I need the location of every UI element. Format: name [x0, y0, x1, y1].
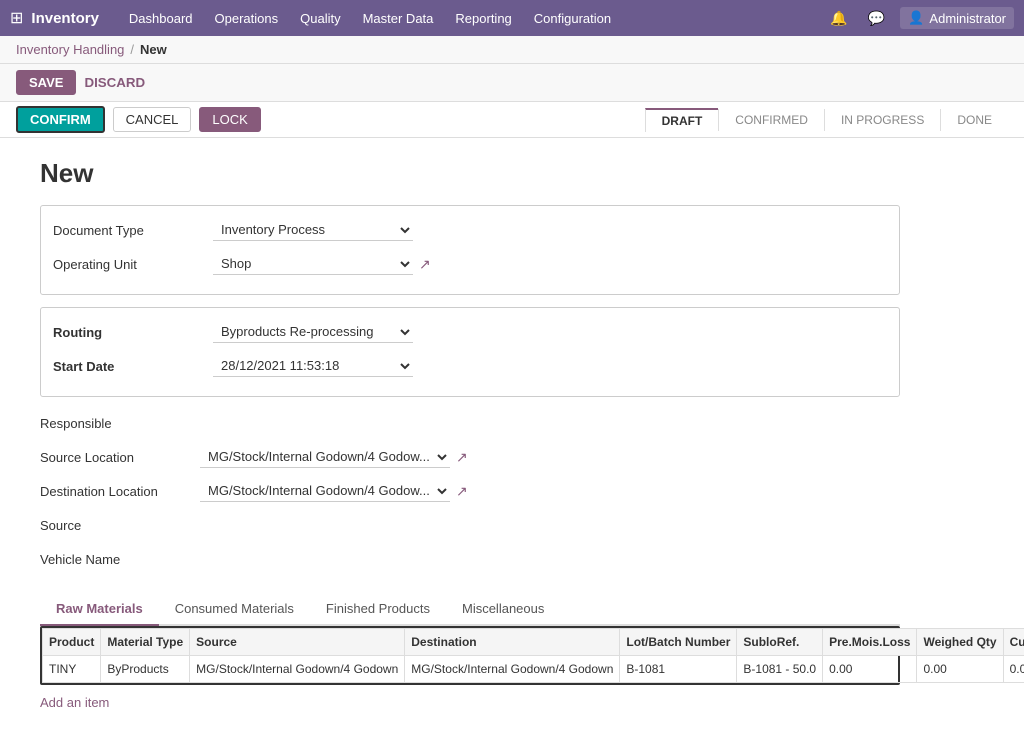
main-content: New Document Type Inventory Process Oper…: [0, 138, 1024, 736]
vehicle-name-label: Vehicle Name: [40, 552, 200, 567]
confirm-button[interactable]: CONFIRM: [16, 106, 105, 133]
routing-row: Routing Byproducts Re-processing: [53, 318, 887, 346]
source-location-link-icon[interactable]: ↗: [456, 449, 468, 466]
tabs-header: Raw Materials Consumed Materials Finishe…: [40, 593, 900, 626]
table-wrapper: Product Material Type Source Destination…: [40, 626, 900, 685]
source-row: Source: [40, 511, 900, 539]
col-weighed-qty: Weighed Qty: [917, 629, 1003, 656]
cancel-button[interactable]: CANCEL: [113, 107, 192, 132]
status-bar: DRAFT CONFIRMED IN PROGRESS DONE: [645, 108, 1008, 132]
nav-master-data[interactable]: Master Data: [353, 7, 444, 30]
document-type-select[interactable]: Inventory Process: [213, 219, 413, 241]
app-logo[interactable]: ⊞ Inventory: [10, 8, 99, 28]
tab-miscellaneous[interactable]: Miscellaneous: [446, 593, 560, 626]
form-section-routing: Routing Byproducts Re-processing Start D…: [40, 307, 900, 397]
col-material-type: Material Type: [101, 629, 190, 656]
app-name: Inventory: [31, 10, 99, 27]
destination-location-row: Destination Location MG/Stock/Internal G…: [40, 477, 900, 505]
cell-lot-batch: B-1081: [620, 656, 737, 683]
cell-weighed-qty: 0.00: [917, 656, 1003, 683]
responsible-row: Responsible: [40, 409, 900, 437]
avatar: 👤: [908, 10, 924, 26]
destination-location-label: Destination Location: [40, 484, 200, 499]
cell-product: TINY: [43, 656, 101, 683]
col-source: Source: [190, 629, 405, 656]
status-done: DONE: [940, 109, 1008, 131]
source-location-row: Source Location MG/Stock/Internal Godown…: [40, 443, 900, 471]
routing-value: Byproducts Re-processing: [213, 321, 887, 343]
col-sublot-ref: SubloRef.: [737, 629, 823, 656]
add-item-link[interactable]: Add an item: [40, 689, 109, 716]
source-label: Source: [40, 518, 200, 533]
tabs-container: Raw Materials Consumed Materials Finishe…: [40, 593, 900, 716]
source-location-label: Source Location: [40, 450, 200, 465]
cell-pre-mois-loss: 0.00: [823, 656, 917, 683]
tab-consumed-materials[interactable]: Consumed Materials: [159, 593, 310, 626]
start-date-value: 28/12/2021 11:53:18: [213, 355, 887, 377]
nav-configuration[interactable]: Configuration: [524, 7, 621, 30]
lock-button[interactable]: LOCK: [199, 107, 260, 132]
nav-operations[interactable]: Operations: [205, 7, 289, 30]
breadcrumb-current: New: [140, 42, 167, 57]
cell-sublot-ref: B-1081 - 50.0: [737, 656, 823, 683]
document-type-value: Inventory Process: [213, 219, 887, 241]
cell-destination: MG/Stock/Internal Godown/4 Godown: [405, 656, 620, 683]
operating-unit-row: Operating Unit Shop ↗: [53, 250, 887, 278]
breadcrumb-parent[interactable]: Inventory Handling: [16, 42, 124, 57]
start-date-row: Start Date 28/12/2021 11:53:18: [53, 352, 887, 380]
vehicle-name-row: Vehicle Name: [40, 545, 900, 573]
status-in-progress: IN PROGRESS: [824, 109, 940, 131]
operating-unit-label: Operating Unit: [53, 257, 213, 272]
tab-raw-materials[interactable]: Raw Materials: [40, 593, 159, 626]
col-pre-mois-loss: Pre.Mois.Loss: [823, 629, 917, 656]
save-button[interactable]: SAVE: [16, 70, 76, 95]
raw-materials-table: Product Material Type Source Destination…: [42, 628, 1024, 683]
tab-finished-products[interactable]: Finished Products: [310, 593, 446, 626]
cell-curr-mois-loss: 0.00: [1003, 656, 1024, 683]
cell-source: MG/Stock/Internal Godown/4 Godown: [190, 656, 405, 683]
grid-icon: ⊞: [10, 8, 23, 28]
destination-location-value: MG/Stock/Internal Godown/4 Godow... ↗: [200, 480, 900, 502]
col-destination: Destination: [405, 629, 620, 656]
routing-label: Routing: [53, 325, 213, 340]
nav-dashboard[interactable]: Dashboard: [119, 7, 203, 30]
routing-select[interactable]: Byproducts Re-processing: [213, 321, 413, 343]
col-lot-batch: Lot/Batch Number: [620, 629, 737, 656]
destination-location-select[interactable]: MG/Stock/Internal Godown/4 Godow...: [200, 480, 450, 502]
nav-reporting[interactable]: Reporting: [445, 7, 521, 30]
operating-unit-value: Shop ↗: [213, 253, 887, 275]
discard-button[interactable]: DISCARD: [84, 75, 145, 90]
col-product: Product: [43, 629, 101, 656]
page-title: New: [40, 158, 984, 189]
operating-unit-link-icon[interactable]: ↗: [419, 256, 431, 273]
user-menu[interactable]: 👤 Administrator: [900, 7, 1014, 29]
action-bar-top: SAVE DISCARD: [0, 64, 1024, 102]
document-type-row: Document Type Inventory Process: [53, 216, 887, 244]
start-date-label: Start Date: [53, 359, 213, 374]
form-section-top: Document Type Inventory Process Operatin…: [40, 205, 900, 295]
notification-icon[interactable]: 🔔: [825, 8, 852, 29]
cell-material-type: ByProducts: [101, 656, 190, 683]
col-curr-mois-loss: Curr.Mois.Loss: [1003, 629, 1024, 656]
nav-right: 🔔 💬 👤 Administrator: [825, 7, 1014, 29]
username: Administrator: [929, 11, 1006, 26]
start-date-select[interactable]: 28/12/2021 11:53:18: [213, 355, 413, 377]
breadcrumb: Inventory Handling / New: [0, 36, 1024, 64]
source-location-value: MG/Stock/Internal Godown/4 Godow... ↗: [200, 446, 900, 468]
breadcrumb-separator: /: [130, 42, 134, 57]
top-navigation: ⊞ Inventory Dashboard Operations Quality…: [0, 0, 1024, 36]
chat-icon[interactable]: 💬: [863, 8, 890, 29]
document-type-label: Document Type: [53, 223, 213, 238]
status-confirmed: CONFIRMED: [718, 109, 824, 131]
operating-unit-select[interactable]: Shop: [213, 253, 413, 275]
nav-quality[interactable]: Quality: [290, 7, 350, 30]
nav-menu: Dashboard Operations Quality Master Data…: [119, 7, 825, 30]
status-draft: DRAFT: [645, 108, 719, 132]
responsible-label: Responsible: [40, 416, 200, 431]
table-row[interactable]: TINY ByProducts MG/Stock/Internal Godown…: [43, 656, 1024, 683]
destination-location-link-icon[interactable]: ↗: [456, 483, 468, 500]
source-location-select[interactable]: MG/Stock/Internal Godown/4 Godow...: [200, 446, 450, 468]
